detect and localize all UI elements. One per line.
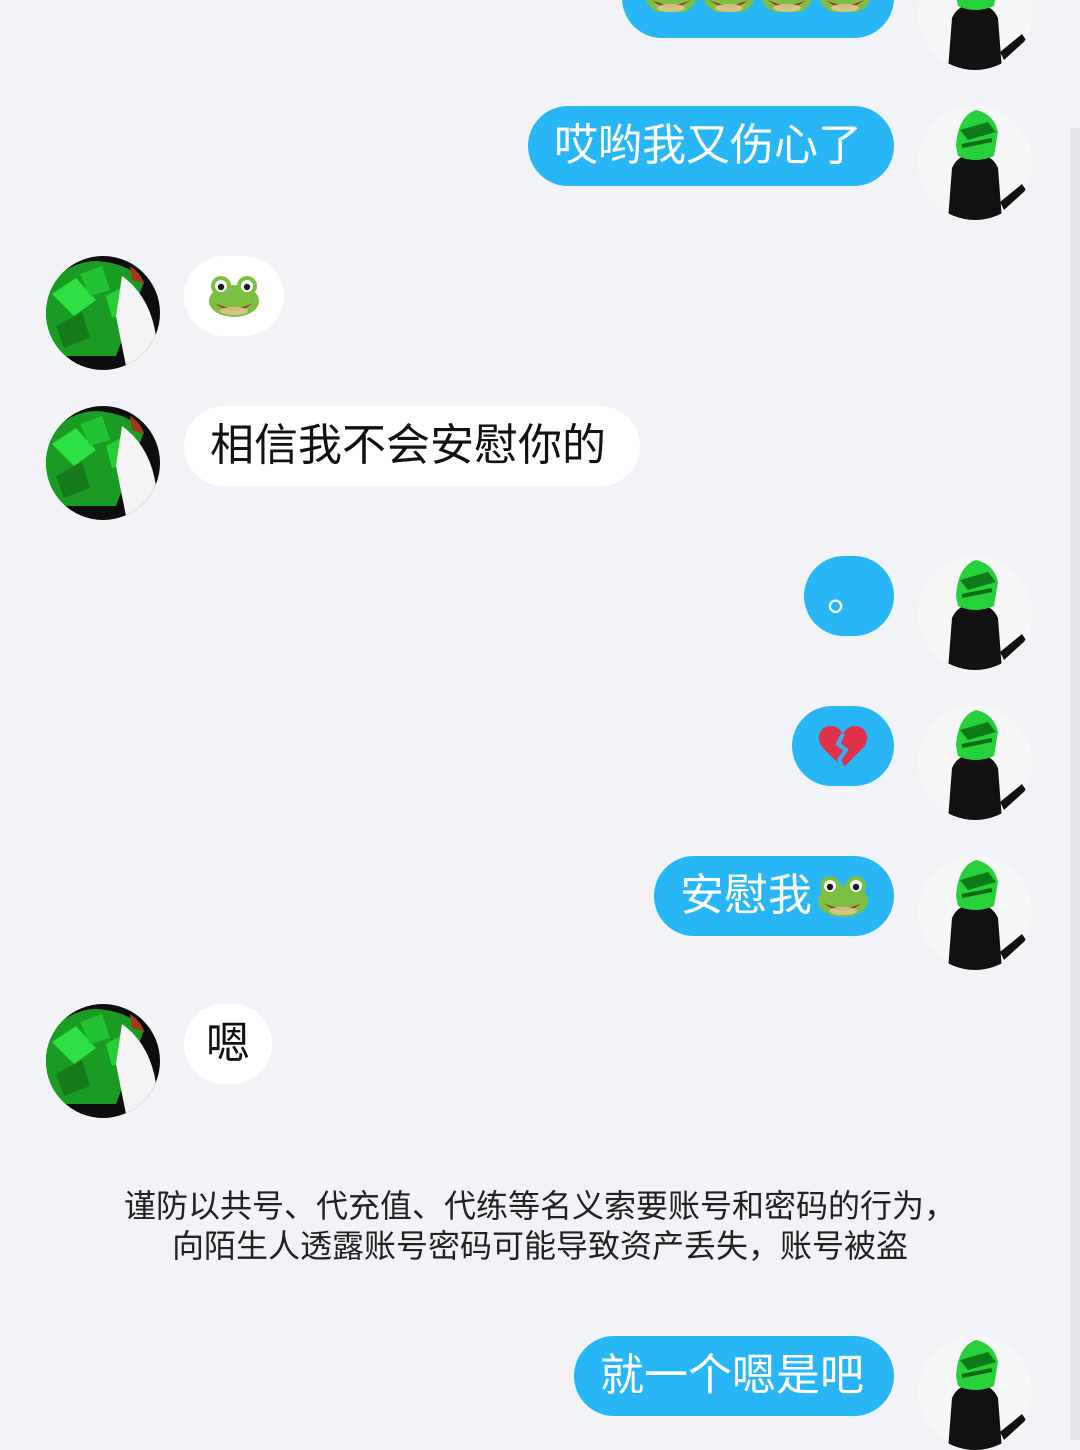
my-avatar[interactable] <box>918 556 1032 670</box>
my-avatar[interactable] <box>918 1336 1032 1450</box>
message-bubble-in[interactable] <box>184 256 284 336</box>
message-text: 安慰我 <box>680 870 812 921</box>
message-bubble-out[interactable] <box>792 706 894 786</box>
message-bubble-out[interactable]: 。 <box>804 556 894 636</box>
message-text: 相信我不会安慰你的 <box>210 420 606 471</box>
contact-avatar[interactable] <box>46 256 160 370</box>
frog-emoji-icon <box>702 0 756 12</box>
contact-avatar[interactable] <box>46 406 160 520</box>
message-bubble-in[interactable]: 嗯 <box>184 1004 272 1084</box>
frog-emoji-icon <box>760 0 814 12</box>
contact-avatar-image <box>46 256 160 370</box>
message-bubble-out[interactable]: 就一个嗯是吧 <box>574 1336 894 1416</box>
my-avatar-image <box>918 0 1032 70</box>
my-avatar-image <box>918 106 1032 220</box>
message-bubble-out[interactable]: 安慰我 <box>654 856 894 936</box>
security-notice-line: 向陌生人透露账号密码可能导致资产丢失，账号被盗 <box>171 1227 908 1265</box>
security-notice-line: 谨防以共号、代充值、代练等名义索要账号和密码的行为， <box>123 1187 956 1225</box>
chat-area: 哎哟我又伤心了 相信我不会安慰你的 。 安慰我 嗯 谨防以共号、代充值、代练等名… <box>0 0 1080 1440</box>
contact-avatar-image <box>46 406 160 520</box>
contact-avatar[interactable] <box>46 1004 160 1118</box>
message-text: 就一个嗯是吧 <box>600 1350 864 1401</box>
scrollbar[interactable] <box>1070 128 1080 1440</box>
contact-avatar-image <box>46 1004 160 1118</box>
frog-emoji-icon <box>207 273 261 319</box>
message-bubble-in[interactable]: 相信我不会安慰你的 <box>184 406 640 486</box>
message-bubble-out[interactable] <box>622 0 894 38</box>
message-text: 哎哟我又伤心了 <box>554 120 862 171</box>
broken-heart-emoji-icon <box>817 722 869 770</box>
message-text: 。 <box>827 570 871 621</box>
my-avatar-image <box>918 556 1032 670</box>
my-avatar[interactable] <box>918 0 1032 70</box>
security-notice: 谨防以共号、代充值、代练等名义索要账号和密码的行为， 向陌生人透露账号密码可能导… <box>60 1186 1020 1266</box>
my-avatar[interactable] <box>918 106 1032 220</box>
my-avatar-image <box>918 856 1032 970</box>
my-avatar[interactable] <box>918 706 1032 820</box>
frog-emoji-icon <box>816 873 870 919</box>
my-avatar-image <box>918 1336 1032 1450</box>
my-avatar[interactable] <box>918 856 1032 970</box>
frog-emoji-icon <box>818 0 872 12</box>
frog-emoji-icon <box>644 0 698 12</box>
message-bubble-out[interactable]: 哎哟我又伤心了 <box>528 106 894 186</box>
my-avatar-image <box>918 706 1032 820</box>
message-text: 嗯 <box>206 1018 250 1069</box>
